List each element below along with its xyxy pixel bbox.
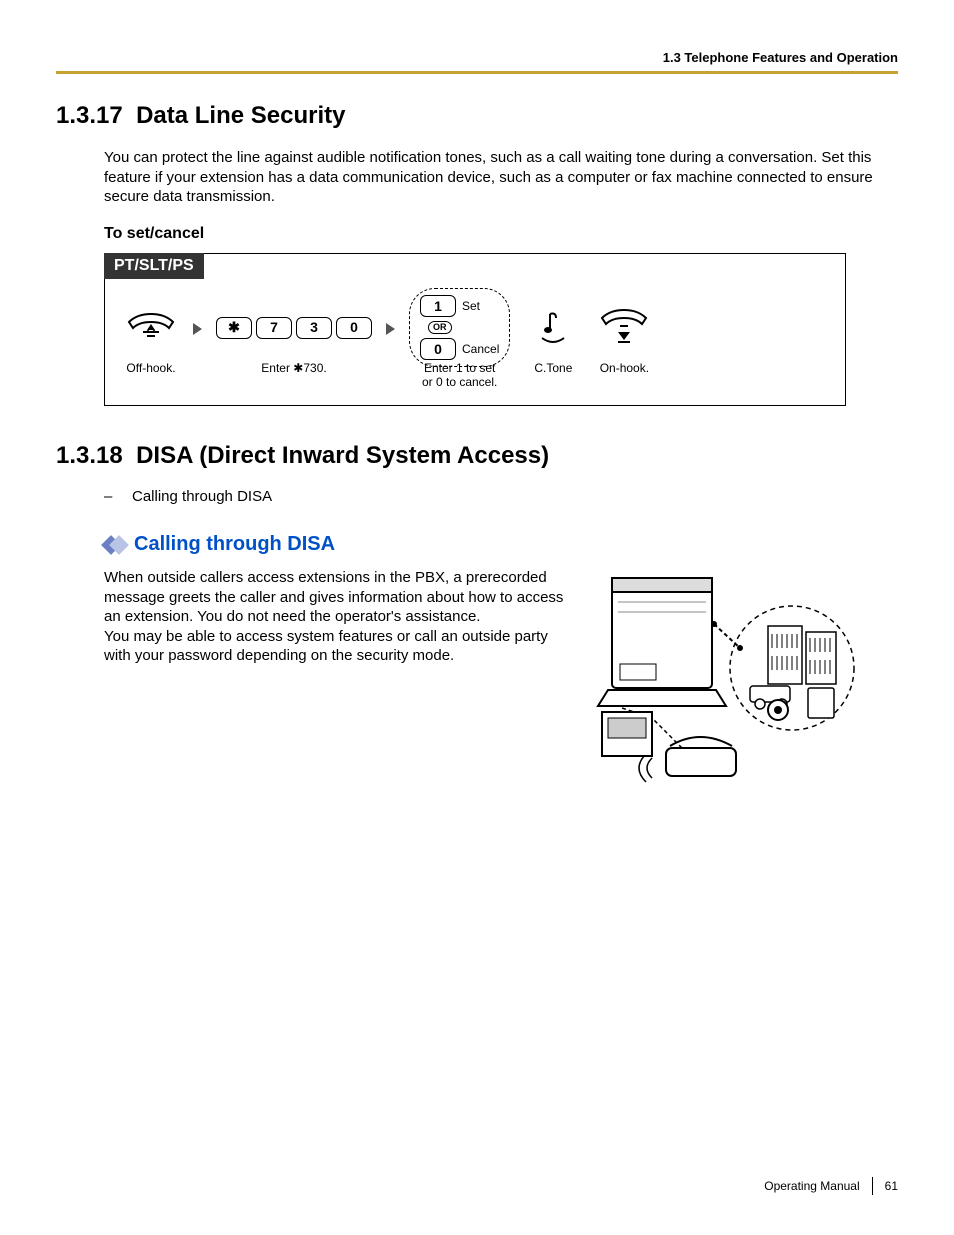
key-sequence: ✱ 7 3 0 (216, 317, 372, 339)
key-cancel: 0 (420, 338, 456, 360)
section-1-subhead: To set/cancel (104, 225, 898, 243)
caption-line2: or 0 to cancel. (422, 375, 497, 389)
key-set: 1 (420, 295, 456, 317)
step-ctone-label: C.Tone (534, 361, 572, 375)
step-set-cancel: 1 Set OR 0 Cancel Enter 1 to set or 0 to… (409, 299, 510, 390)
step-set-cancel-caption: Enter 1 to set or 0 to cancel. (422, 361, 497, 390)
confirmation-tone-icon (538, 308, 568, 348)
key-star: ✱ (216, 317, 252, 339)
section-1-heading: 1.3.17 Data Line Security (56, 102, 898, 130)
disa-body-text: When outside callers access extensions i… (104, 568, 564, 666)
label-or: OR (428, 321, 452, 334)
caption-line1: Enter 1 to set (424, 361, 495, 375)
offhook-handset-icon (123, 308, 179, 348)
arrow-icon (386, 323, 395, 335)
page-footer: Operating Manual 61 (764, 1177, 898, 1195)
calling-through-disa-subhead: Calling through DISA (104, 533, 898, 556)
bullet-dash-icon: – (104, 488, 132, 505)
step-onhook-label: On-hook. (600, 361, 649, 375)
step-onhook: On-hook. (596, 299, 652, 375)
header-breadcrumb: 1.3 Telephone Features and Operation (56, 50, 898, 65)
disa-body-1: When outside callers access extensions i… (104, 569, 563, 625)
step-offhook: Off-hook. (123, 299, 179, 375)
footer-manual: Operating Manual (764, 1179, 859, 1193)
diamond-bullet-icon (104, 538, 126, 552)
section-2-bullet: –Calling through DISA (104, 488, 898, 505)
disa-body-2: You may be able to access system feature… (104, 628, 548, 665)
section-1-number: 1.3.17 (56, 102, 123, 129)
footer-page-number: 61 (885, 1179, 898, 1193)
key-7: 7 (256, 317, 292, 339)
subhead-text: Calling through DISA (134, 533, 335, 556)
key-3: 3 (296, 317, 332, 339)
section-1-title: Data Line Security (136, 102, 345, 129)
section-2-title: DISA (Direct Inward System Access) (136, 442, 549, 469)
onhook-handset-icon (596, 308, 652, 348)
procedure-diagram: PT/SLT/PS Off-hook. (104, 253, 846, 407)
disa-illustration (582, 568, 862, 798)
step-enter-code-label: Enter ✱730. (261, 361, 326, 375)
arrow-icon (193, 323, 202, 335)
section-1-body: You can protect the line against audible… (104, 148, 898, 207)
set-cancel-group: 1 Set OR 0 Cancel (409, 288, 510, 367)
footer-separator (872, 1177, 873, 1195)
step-ctone: C.Tone (534, 299, 572, 375)
label-cancel: Cancel (462, 342, 499, 356)
label-set: Set (462, 299, 480, 313)
device-type-tab: PT/SLT/PS (104, 253, 204, 279)
bullet-text: Calling through DISA (132, 488, 272, 505)
step-offhook-label: Off-hook. (126, 361, 175, 375)
procedure-flow: Off-hook. ✱ 7 3 0 Enter ✱730. (105, 279, 845, 390)
section-2-number: 1.3.18 (56, 442, 123, 469)
section-2-heading: 1.3.18 DISA (Direct Inward System Access… (56, 442, 898, 470)
step-enter-code: ✱ 7 3 0 Enter ✱730. (216, 299, 372, 375)
header-rule (56, 71, 898, 74)
key-0: 0 (336, 317, 372, 339)
